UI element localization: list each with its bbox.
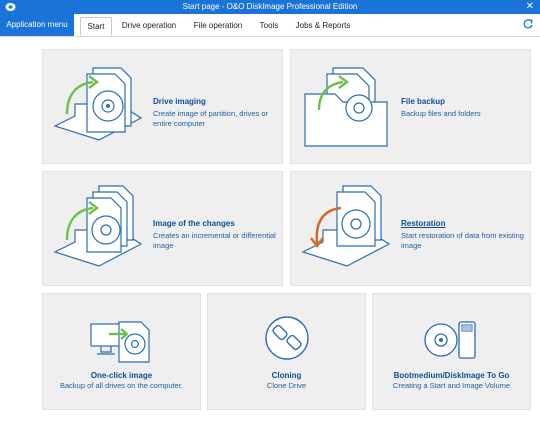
bootmedium-icon (424, 321, 476, 359)
bootmedium-title: Bootmedium/DiskImage To Go (393, 371, 510, 380)
refresh-icon[interactable] (522, 18, 534, 30)
ribbon: Application menu Start Drive operation F… (0, 14, 540, 37)
restoration-title[interactable]: Restoration (401, 219, 445, 228)
cloning-description: Clone Drive (266, 381, 307, 390)
cloning-title: Cloning (271, 371, 302, 380)
close-icon[interactable]: ✕ (526, 0, 534, 14)
one-click-image-title: One-click image (90, 371, 153, 380)
tab-jobs-reports[interactable]: Jobs & Reports (290, 17, 356, 34)
tile-file-backup[interactable]: File backup Backup files and folders (290, 49, 531, 164)
tile-one-click-image[interactable]: One-click image Backup of all drives on … (42, 293, 201, 410)
tab-drive-operation[interactable]: Drive operation (116, 17, 182, 34)
tile-restoration[interactable]: Restoration Start restoration of data fr… (290, 171, 531, 286)
drive-imaging-title: Drive imaging (153, 97, 206, 106)
tab-tools[interactable]: Tools (254, 17, 284, 34)
cloning-icon (265, 316, 309, 360)
tab-start[interactable]: Start (80, 17, 112, 36)
image-changes-icon (53, 185, 143, 267)
restoration-description: Start restoration of data from existing … (401, 231, 524, 250)
tile-image-of-changes[interactable]: Image of the changes Creates an incremen… (42, 171, 283, 286)
drive-imaging-description: Create image of partition, drives or ent… (153, 109, 269, 128)
one-click-image-icon (90, 321, 150, 363)
window-title: Start page - O&O DiskImage Professional … (182, 2, 358, 11)
tile-bootmedium[interactable]: Bootmedium/DiskImage To Go Creating a St… (372, 293, 531, 410)
image-changes-title: Image of the changes (153, 219, 235, 228)
file-backup-description: Backup files and folders (401, 109, 481, 118)
bootmedium-description: Creating a Start and Image Volume (392, 381, 511, 390)
image-changes-description: Creates an incremental or differential i… (153, 231, 276, 250)
tile-drive-imaging[interactable]: Drive imaging Create image of partition,… (42, 49, 283, 164)
file-backup-icon (304, 67, 388, 147)
drive-imaging-icon (53, 67, 143, 141)
file-backup-title: File backup (401, 97, 446, 106)
tab-file-operation[interactable]: File operation (188, 17, 248, 34)
tile-cloning[interactable]: Cloning Clone Drive (207, 293, 366, 410)
one-click-image-description: Backup of all drives on the computer. (60, 381, 183, 390)
title-bar: Start page - O&O DiskImage Professional … (0, 0, 540, 14)
restoration-icon (301, 185, 391, 267)
application-menu-button[interactable]: Application menu (0, 14, 74, 36)
